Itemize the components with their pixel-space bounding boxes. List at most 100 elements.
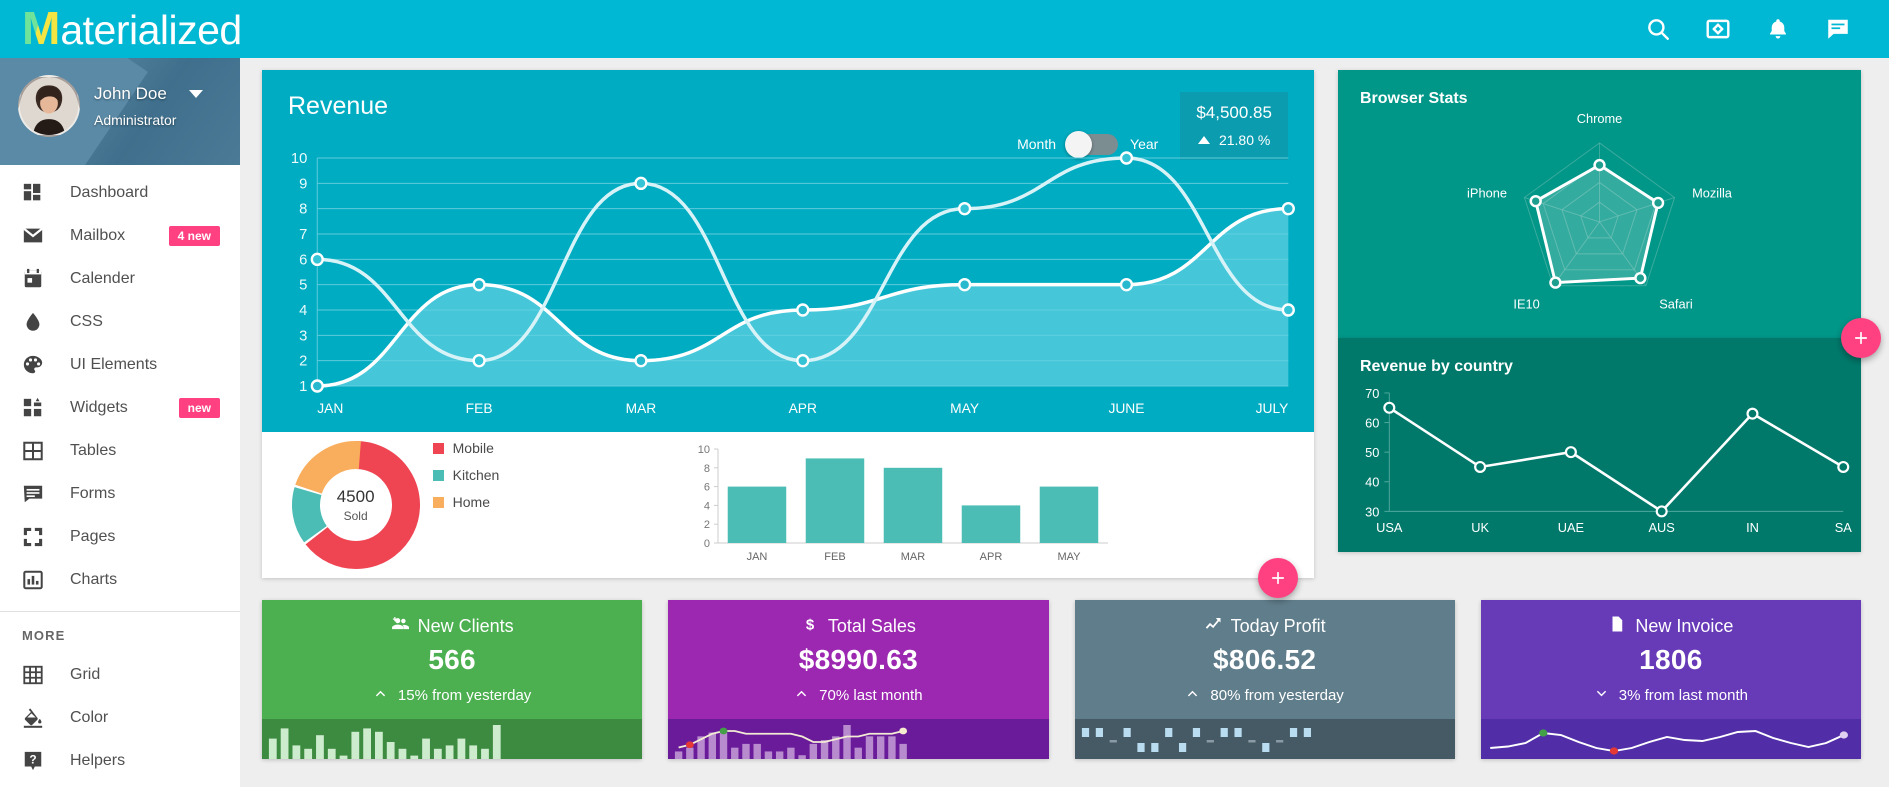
stat-card-subtext: 15% from yesterday [272, 686, 632, 705]
add-people-icon [391, 615, 409, 638]
sidebar-badge: new [178, 397, 220, 418]
sidebar-nav: Dashboard Mailbox 4 new Calender CSS UI Eleme… [0, 165, 240, 601]
stat-card-sub-label: 3% from last month [1618, 687, 1748, 704]
svg-text:30: 30 [1365, 504, 1379, 519]
mail-icon [22, 225, 44, 247]
browser-stats-add-button[interactable] [1841, 318, 1881, 358]
legend-item: Home [432, 494, 500, 510]
svg-text:2: 2 [704, 519, 710, 531]
sidebar-item-pages[interactable]: Pages [0, 515, 240, 558]
svg-text:5: 5 [299, 278, 307, 294]
sidebar-item-ui-elements[interactable]: UI Elements [0, 343, 240, 386]
svg-text:IE10: IE10 [1513, 296, 1539, 311]
stat-card-total-sales[interactable]: $ Total Sales $8990.63 70% last month [668, 600, 1049, 759]
trend-up-icon [1185, 686, 1200, 705]
svg-text:$: $ [806, 616, 815, 633]
sidebar-item-widgets[interactable]: Widgets new [0, 386, 240, 429]
stat-card-title: New Clients [417, 616, 514, 636]
droplet-icon [22, 311, 44, 333]
svg-text:MAY: MAY [950, 400, 979, 416]
svg-text:8: 8 [704, 462, 710, 474]
legend-label: Kitchen [452, 467, 500, 483]
chevron-down-icon[interactable] [188, 90, 203, 98]
svg-text:9: 9 [299, 176, 307, 192]
stat-card-header: Today Profit [1085, 615, 1445, 638]
sidebar-item-label: Charts [70, 570, 118, 588]
svg-text:6: 6 [704, 481, 710, 493]
stat-card-header: New Clients [272, 615, 632, 638]
stat-card-body: Today Profit $806.52 80% from yesterday [1074, 600, 1455, 719]
forms-icon [22, 483, 44, 505]
sidebar-item-color[interactable]: Color [0, 696, 240, 739]
stat-card-today-profit[interactable]: Today Profit $806.52 80% from yesterday [1074, 600, 1455, 759]
svg-text:UAE: UAE [1558, 520, 1584, 535]
bell-icon[interactable] [1765, 16, 1791, 42]
stat-card-sub-label: 70% last month [819, 687, 923, 704]
table-icon [22, 440, 44, 462]
svg-text:SA: SA [1835, 520, 1853, 535]
legend-item: Mobile [432, 440, 500, 456]
sidebar-item-label: CSS [70, 312, 103, 330]
svg-text:70: 70 [1365, 386, 1379, 401]
fullscreen-icon[interactable] [1705, 16, 1731, 42]
sidebar-item-helpers[interactable]: ? Helpers [0, 739, 240, 782]
country-title: Revenue by country [1359, 358, 1513, 375]
svg-text:7: 7 [299, 227, 307, 243]
svg-text:4: 4 [299, 303, 307, 319]
stat-card-subtext: 3% from last month [1491, 686, 1851, 705]
revenue-line-chart: 1 2 3 4 5 6 7 8 9 10 JAN FEB MAR APR MAY JUNE JULY [262, 136, 1314, 432]
svg-text:2: 2 [299, 354, 307, 370]
color-fill-icon [22, 707, 44, 729]
svg-text:AUS: AUS [1648, 520, 1674, 535]
revenue-card: Revenue Month Year $4,500.85 21.80 % 1 2… [262, 70, 1314, 598]
sidebar-item-grid[interactable]: Grid [0, 653, 240, 696]
svg-text:USA: USA [1376, 520, 1403, 535]
sidebar-item-forms[interactable]: Forms [0, 472, 240, 515]
donut-legend: Mobile Kitchen Home [432, 440, 500, 570]
sidebar-item-label: Dashboard [70, 183, 149, 201]
sidebar-item-mailbox[interactable]: Mailbox 4 new [0, 214, 240, 257]
sidebar-item-label: UI Elements [70, 355, 158, 373]
stat-card-title: Total Sales [827, 616, 916, 636]
svg-text:3: 3 [299, 328, 307, 344]
stat-card-value: $806.52 [1212, 644, 1317, 675]
sidebar-item-calender[interactable]: Calender [0, 257, 240, 300]
sidebar-item-dashboard[interactable]: Dashboard [0, 171, 240, 214]
chat-icon[interactable] [1825, 16, 1851, 42]
stat-card-value: 1806 [1639, 644, 1703, 675]
profile-role: Administrator [94, 112, 177, 128]
stat-card-subtext: 70% last month [678, 686, 1038, 705]
svg-text:0: 0 [704, 538, 710, 550]
svg-text:40: 40 [1365, 475, 1379, 490]
stat-card-sub-label: 15% from yesterday [397, 687, 532, 704]
search-icon[interactable] [1645, 16, 1671, 42]
trend-up-icon [794, 686, 809, 705]
sidebar-item-css[interactable]: CSS [0, 300, 240, 343]
revenue-add-button[interactable] [1257, 558, 1298, 598]
stat-card-body: New Clients 566 15% from yesterday [262, 600, 643, 719]
svg-text:Mozilla: Mozilla [1692, 186, 1733, 201]
svg-text:MAY: MAY [1057, 551, 1081, 563]
svg-text:6: 6 [299, 252, 307, 268]
sidebar-item-label: Widgets [70, 398, 128, 416]
dashboard-icon [22, 182, 44, 204]
stat-card-header: New Invoice [1491, 615, 1851, 638]
stat-card-value: $8990.63 [798, 644, 918, 675]
sidebar-item-tables[interactable]: Tables [0, 429, 240, 472]
stat-card-new-clients[interactable]: New Clients 566 15% from yesterday [262, 600, 643, 759]
stat-card-sparkline [1480, 719, 1861, 759]
svg-text:MAR: MAR [901, 551, 926, 563]
svg-text:?: ? [29, 752, 36, 766]
app-logo[interactable]: Materialized [22, 5, 242, 54]
svg-text:FEB: FEB [466, 400, 493, 416]
stat-card-new-invoice[interactable]: New Invoice 1806 3% from last month [1480, 600, 1861, 759]
user-profile-panel: John Doe Administrator [0, 58, 240, 165]
svg-text:APR: APR [980, 551, 1003, 563]
sidebar-badge: 4 new [168, 225, 220, 246]
sidebar-item-label: Grid [70, 665, 101, 683]
sidebar-item-label: Mailbox [70, 226, 126, 244]
stat-card-sparkline [1074, 719, 1455, 759]
avatar[interactable] [18, 75, 80, 137]
sidebar-item-charts[interactable]: Charts [0, 558, 240, 601]
legend-swatch [432, 442, 444, 454]
